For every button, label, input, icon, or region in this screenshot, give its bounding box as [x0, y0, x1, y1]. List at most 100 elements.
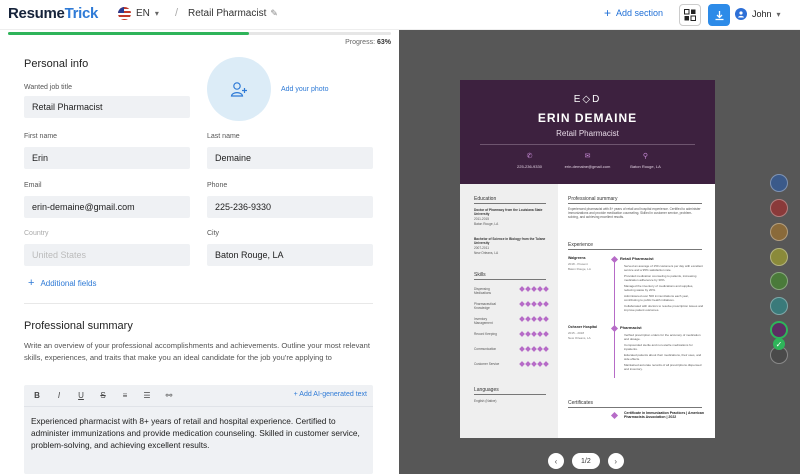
job-bullet: Managed the inventory of medications and… [624, 284, 694, 292]
job-bullet: Administered over 500 immunizations each… [624, 294, 689, 302]
top-bar: ResumeTrick EN ▾ / Retail Pharmacist ✎ +… [0, 0, 800, 30]
job-bullet: Provided medication counseling to patien… [624, 274, 697, 282]
skill-item: Pharmaceutical Knowledge [474, 301, 550, 310]
skill-level-dot [543, 316, 549, 322]
color-swatch[interactable] [770, 198, 788, 217]
education-place: Baton Rouge, LA [474, 222, 499, 226]
skill-level-dot [537, 331, 543, 337]
skill-level-dot [537, 301, 543, 307]
skill-level-dot [525, 331, 531, 337]
document-title[interactable]: Retail Pharmacist ✎ [188, 8, 278, 19]
bullet-list-icon[interactable]: ≡ [120, 391, 130, 400]
skill-level-dot [531, 316, 537, 322]
education-degree: Doctor of Pharmacy from the Louisiana St… [474, 208, 543, 216]
next-page-button[interactable]: › [607, 453, 624, 469]
resume-monogram: E◇D [573, 94, 602, 105]
download-button[interactable] [708, 4, 730, 26]
phone-input[interactable]: 225-236-9330 [207, 196, 373, 218]
pencil-icon[interactable]: ✎ [270, 8, 278, 19]
skill-level-dot [519, 346, 525, 352]
languages-divider [474, 394, 546, 395]
skill-level-dot [531, 331, 537, 337]
color-swatch[interactable] [770, 321, 788, 339]
skill-name: Communication [474, 347, 497, 351]
skill-level-dot [543, 286, 549, 292]
skill-level [519, 286, 549, 292]
italic-button[interactable]: I [54, 391, 64, 400]
photo-upload[interactable] [207, 57, 271, 121]
skill-level-dot [543, 361, 549, 367]
job-bullets: Verified prescription orders for the acc… [624, 333, 704, 373]
personal-info-title: Personal info [24, 58, 89, 70]
add-section-button[interactable]: + Add section [604, 7, 663, 19]
skill-name: Inventory Management [474, 317, 493, 325]
template-grid-button[interactable] [679, 4, 701, 26]
numbered-list-icon[interactable]: ☰ [142, 391, 152, 400]
city-input[interactable]: Baton Rouge, LA [207, 244, 373, 266]
skill-item: Record Keeping [474, 331, 550, 337]
education-degree: Bachelor of Science in Biology from the … [474, 237, 546, 245]
progress-fill [8, 32, 250, 35]
add-ai-text-button[interactable]: + Add AI-generated text [294, 391, 367, 398]
employment-dates: 2018 - Present [568, 262, 588, 266]
underline-button[interactable]: U [76, 391, 86, 400]
chevron-down-icon: ▾ [154, 9, 159, 18]
skill-level-dot [525, 361, 531, 367]
education-heading: Education [474, 196, 497, 202]
resume-header: E◇D ERIN DEMAINE Retail Pharmacist ✆ 225-… [460, 80, 715, 184]
skill-name: Record Keeping [474, 332, 497, 336]
resume-page[interactable]: E◇D ERIN DEMAINE Retail Pharmacist ✆ 225-… [460, 80, 715, 438]
last-name-label: Last name [207, 133, 240, 140]
certificate-item: Certificate in Immunization Practices | … [624, 411, 705, 419]
skills-divider [474, 279, 546, 280]
color-swatch[interactable] [770, 223, 788, 241]
skill-level-dot [519, 316, 525, 322]
chevron-down-icon: ▾ [776, 9, 781, 19]
language-selector[interactable]: EN ▾ [118, 7, 159, 20]
experience-heading: Experience [568, 242, 594, 248]
summary-text[interactable]: Experienced pharmacist with 8+ years of … [31, 415, 367, 451]
skill-level-dot [537, 286, 543, 292]
additional-fields-button[interactable]: + Additional fields [28, 277, 96, 289]
employer-name: Walgreens [568, 256, 586, 260]
color-swatch[interactable] [770, 174, 788, 192]
skill-level-dot [531, 301, 537, 307]
progress-bar [8, 32, 391, 35]
skill-level [519, 346, 549, 352]
skill-item: Communication [474, 346, 550, 352]
checkmark-icon: ✓ [773, 338, 785, 350]
color-swatch[interactable] [770, 296, 788, 315]
phone-label: Phone [207, 182, 228, 189]
last-name-input[interactable]: Demaine [207, 147, 373, 169]
email-label: Email [24, 182, 42, 189]
summary-editor[interactable]: B I U S ≡ ☰ ⚯ + Add AI-generated text Ex… [24, 385, 373, 474]
skill-level-dot [531, 346, 537, 352]
email-input[interactable]: erin-demaine@gmail.com [24, 196, 190, 218]
add-photo-link[interactable]: Add your photo [281, 86, 328, 93]
user-avatar-icon [735, 8, 747, 20]
city-label: City [207, 230, 220, 237]
user-menu[interactable]: John ▾ [735, 8, 781, 20]
add-user-icon [230, 82, 247, 97]
experience-timeline [614, 258, 615, 378]
color-swatch[interactable] [770, 272, 788, 290]
strikethrough-button[interactable]: S [98, 391, 108, 400]
pagination: ‹ 1/2 › [548, 453, 624, 469]
employment-location: New Orleans, LA [568, 336, 591, 340]
language-label: EN [136, 8, 150, 19]
country-input[interactable]: United States [24, 244, 190, 266]
link-icon[interactable]: ⚯ [164, 391, 174, 400]
education-date: 2011-2015 [474, 217, 490, 221]
first-name-input[interactable]: Erin [24, 147, 190, 169]
job-bullet: Compounded sterile and non-sterile medic… [624, 343, 693, 351]
employment-location: Baton Rouge, LA [568, 267, 591, 271]
bold-button[interactable]: B [32, 391, 42, 400]
logo[interactable]: ResumeTrick [8, 5, 98, 22]
job-bullet: Collaborated with doctors to resolve pre… [624, 304, 704, 312]
template-grid-icon [684, 9, 696, 21]
wanted-job-title-input[interactable]: Retail Pharmacist [24, 96, 190, 118]
job-title: Pharmacist [620, 325, 642, 330]
location-pin-icon: ⚲ [642, 153, 649, 160]
prev-page-button[interactable]: ‹ [548, 453, 564, 469]
color-swatch[interactable] [770, 247, 788, 266]
